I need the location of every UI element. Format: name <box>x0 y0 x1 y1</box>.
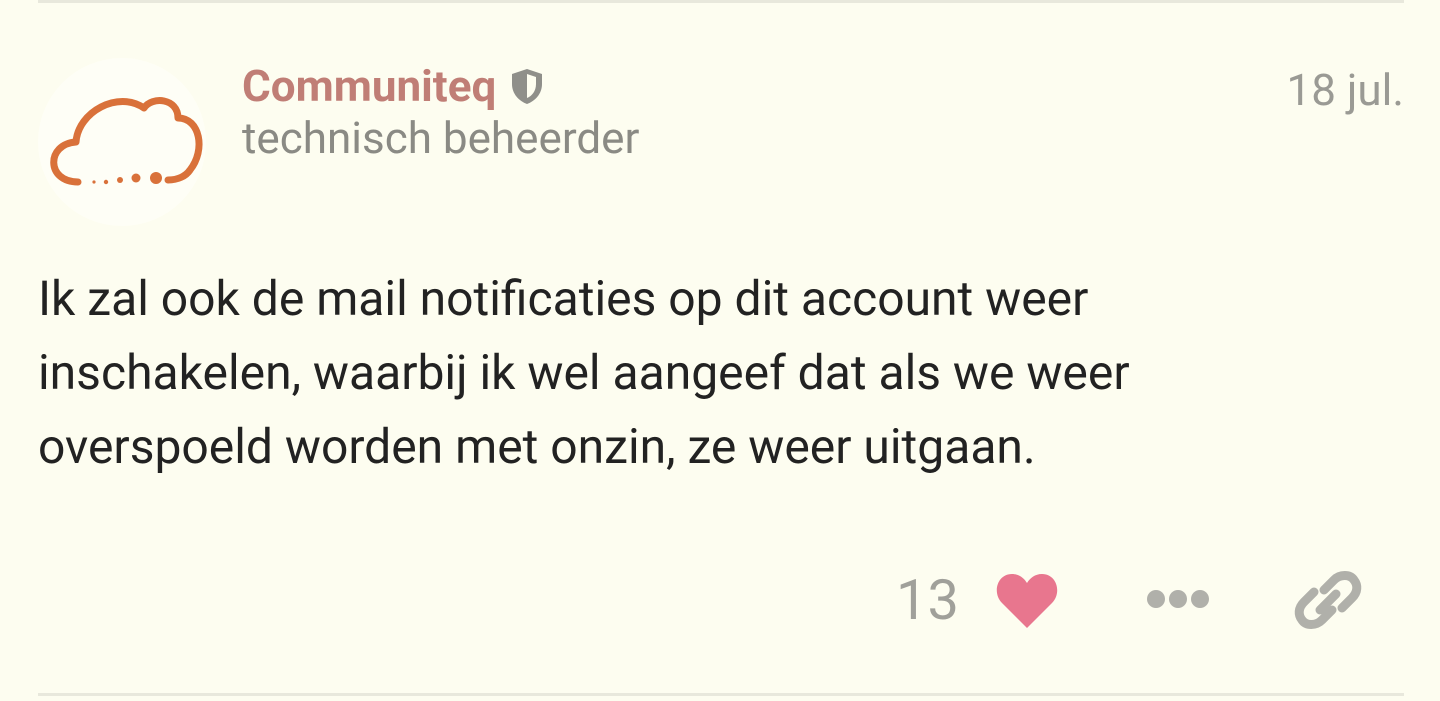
top-divider <box>38 0 1404 3</box>
cloud-logo-icon <box>50 97 203 186</box>
user-title: technisch beheerder <box>242 112 640 164</box>
like-button[interactable] <box>994 570 1060 630</box>
link-icon <box>1294 571 1362 629</box>
shield-icon <box>508 66 546 106</box>
post-actions: 13 <box>0 562 1440 638</box>
username-link[interactable]: Communiteq <box>242 58 496 114</box>
like-count[interactable]: 13 <box>896 564 959 636</box>
heart-icon <box>996 574 1058 628</box>
post: Communiteq technisch beheerder 18 jul. I… <box>0 0 1440 701</box>
post-body: Ik zal ook de mail notificaties op dit a… <box>38 270 1130 475</box>
username-row: Communiteq <box>242 58 546 114</box>
post-date[interactable]: 18 jul. <box>1287 62 1404 118</box>
more-button[interactable] <box>1146 584 1210 614</box>
share-link-button[interactable] <box>1294 566 1362 634</box>
avatar[interactable] <box>38 58 206 226</box>
bottom-divider <box>38 693 1404 696</box>
ellipsis-icon <box>1147 590 1209 608</box>
